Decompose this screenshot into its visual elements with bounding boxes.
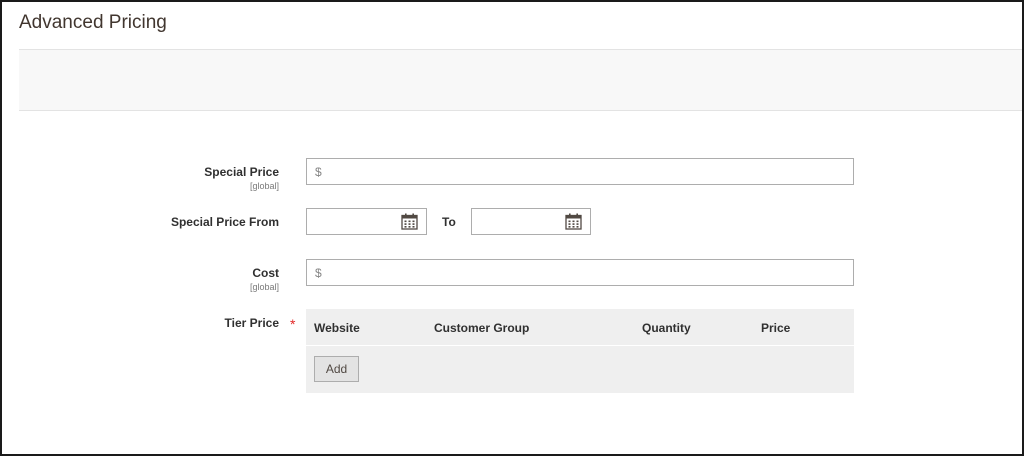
header-band	[19, 50, 1022, 111]
cost-input[interactable]: $	[306, 259, 854, 286]
column-website: Website	[314, 321, 360, 335]
column-price: Price	[761, 321, 791, 335]
page-title: Advanced Pricing	[19, 12, 167, 33]
cost-label: Cost [global]	[250, 266, 279, 292]
advanced-pricing-panel: Advanced Pricing Special Price [global] …	[0, 0, 1024, 456]
add-tier-price-button[interactable]: Add	[314, 356, 359, 382]
required-asterisk: *	[290, 316, 296, 332]
tier-price-table: Website Customer Group Quantity Price Ad…	[306, 309, 854, 393]
special-price-from-input[interactable]	[306, 208, 427, 235]
currency-prefix: $	[315, 165, 322, 179]
column-quantity: Quantity	[642, 321, 691, 335]
special-price-label-text: Special Price	[204, 165, 279, 179]
tier-price-label: Tier Price	[225, 316, 279, 330]
cost-scope: [global]	[249, 282, 279, 292]
special-price-from-label-text: Special Price From	[170, 215, 279, 229]
special-price-label: Special Price [global]	[204, 165, 279, 191]
to-label: To	[442, 215, 456, 229]
special-price-to-input[interactable]	[471, 208, 591, 235]
column-customer-group: Customer Group	[434, 321, 530, 335]
tier-price-header: Website Customer Group Quantity Price	[306, 309, 854, 346]
special-price-from-label: Special Price From	[171, 215, 279, 229]
currency-prefix: $	[315, 266, 322, 280]
calendar-icon[interactable]	[401, 213, 418, 230]
special-price-scope: [global]	[249, 181, 279, 191]
special-price-input[interactable]: $	[306, 158, 854, 185]
calendar-icon[interactable]	[565, 213, 582, 230]
cost-label-text: Cost	[252, 266, 279, 280]
tier-price-label-text: Tier Price	[224, 316, 279, 330]
